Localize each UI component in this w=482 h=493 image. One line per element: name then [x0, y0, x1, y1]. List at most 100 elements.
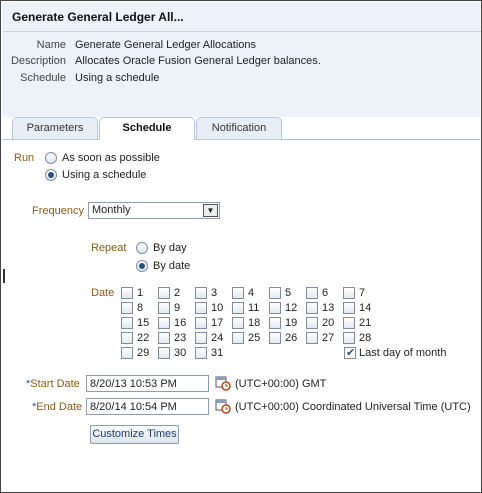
- end-date-timezone: (UTC+00:00) Coordinated Universal Time (…: [235, 401, 471, 413]
- day-label: 31: [211, 347, 224, 359]
- chevron-down-icon[interactable]: ▼: [203, 204, 218, 217]
- schedule-value: Using a schedule: [75, 72, 160, 84]
- day-label: 16: [174, 317, 187, 329]
- day-label: 8: [137, 302, 144, 314]
- run-asap-label: As soon as possible: [62, 152, 160, 164]
- repeat-by-day-radio[interactable]: [136, 242, 148, 254]
- day-label: 30: [174, 347, 187, 359]
- day-label: 20: [322, 317, 335, 329]
- day-label: 14: [359, 302, 372, 314]
- day-label: 22: [137, 332, 150, 344]
- day-checkbox[interactable]: [232, 287, 244, 299]
- day-label: 13: [322, 302, 335, 314]
- day-label: 5: [285, 287, 292, 299]
- end-date-input[interactable]: [86, 398, 209, 415]
- start-date-timezone: (UTC+00:00) GMT: [235, 378, 327, 390]
- day-label: 29: [137, 347, 150, 359]
- day-label: 3: [211, 287, 218, 299]
- day-checkbox[interactable]: [121, 317, 133, 329]
- day-checkbox[interactable]: [195, 317, 207, 329]
- day-checkbox[interactable]: [306, 332, 318, 344]
- run-schedule-radio[interactable]: [45, 169, 57, 181]
- tab-notification[interactable]: Notification: [196, 117, 282, 139]
- repeat-by-date-radio[interactable]: [136, 260, 148, 272]
- tab-divider: [2, 139, 480, 140]
- day-checkbox[interactable]: [269, 317, 281, 329]
- name-label: Name: [36, 39, 66, 51]
- day-label: 1: [137, 287, 144, 299]
- day-checkbox[interactable]: [269, 302, 281, 314]
- repeat-label: Repeat: [91, 242, 127, 254]
- tab-schedule[interactable]: Schedule: [99, 117, 195, 140]
- day-checkbox[interactable]: [158, 287, 170, 299]
- date-label: Date: [91, 287, 115, 299]
- name-value: Generate General Ledger Allocations: [75, 39, 257, 51]
- day-checkbox[interactable]: [195, 302, 207, 314]
- day-checkbox[interactable]: [195, 287, 207, 299]
- schedule-label: Schedule: [20, 72, 66, 84]
- day-label: 17: [211, 317, 224, 329]
- day-label: 27: [322, 332, 335, 344]
- day-checkbox[interactable]: [269, 287, 281, 299]
- resize-handle[interactable]: [3, 269, 5, 283]
- day-label: 12: [285, 302, 298, 314]
- day-checkbox[interactable]: [343, 287, 355, 299]
- customize-times-button[interactable]: Customize Times: [90, 425, 179, 444]
- job-header: Generate General Ledger All... Name Gene…: [2, 2, 481, 117]
- day-checkbox[interactable]: [269, 332, 281, 344]
- day-checkbox[interactable]: [306, 302, 318, 314]
- repeat-by-date-label: By date: [153, 260, 191, 272]
- day-label: 15: [137, 317, 150, 329]
- day-label: 24: [211, 332, 224, 344]
- dialog-frame: Generate General Ledger All... Name Gene…: [0, 0, 482, 493]
- day-label: 11: [248, 302, 260, 314]
- frequency-select[interactable]: Monthly ▼: [88, 202, 220, 219]
- day-checkbox[interactable]: [158, 317, 170, 329]
- day-label: 25: [248, 332, 261, 344]
- day-checkbox[interactable]: [158, 332, 170, 344]
- last-day-label: Last day of month: [359, 347, 447, 359]
- start-date-label: *Start Date: [26, 378, 80, 390]
- day-checkbox[interactable]: [232, 332, 244, 344]
- day-checkbox[interactable]: [306, 317, 318, 329]
- day-checkbox[interactable]: [343, 317, 355, 329]
- day-checkbox[interactable]: [121, 332, 133, 344]
- last-day-checkbox[interactable]: [344, 346, 356, 359]
- end-date-label: *End Date: [32, 401, 83, 413]
- day-checkbox[interactable]: [195, 332, 207, 344]
- run-asap-radio[interactable]: [45, 152, 57, 164]
- day-checkbox[interactable]: [195, 347, 207, 359]
- page-title: Generate General Ledger All...: [12, 10, 184, 24]
- tab-parameters[interactable]: Parameters: [12, 117, 98, 139]
- description-value: Allocates Oracle Fusion General Ledger b…: [75, 55, 321, 67]
- day-label: 7: [359, 287, 366, 299]
- calendar-clock-icon[interactable]: [215, 398, 231, 414]
- day-label: 21: [359, 317, 372, 329]
- repeat-by-day-label: By day: [153, 242, 187, 254]
- day-label: 9: [174, 302, 181, 314]
- day-checkbox[interactable]: [232, 317, 244, 329]
- calendar-clock-icon[interactable]: [215, 375, 231, 391]
- day-checkbox[interactable]: [158, 302, 170, 314]
- day-label: 4: [248, 287, 255, 299]
- day-label: 10: [211, 302, 224, 314]
- day-checkbox[interactable]: [121, 347, 133, 359]
- day-label: 18: [248, 317, 261, 329]
- day-label: 2: [174, 287, 181, 299]
- day-checkbox[interactable]: [232, 302, 244, 314]
- day-checkbox[interactable]: [121, 287, 133, 299]
- day-checkbox[interactable]: [343, 332, 355, 344]
- run-schedule-label: Using a schedule: [62, 169, 147, 181]
- day-label: 26: [285, 332, 298, 344]
- day-checkbox[interactable]: [158, 347, 170, 359]
- day-checkbox[interactable]: [121, 302, 133, 314]
- start-date-input[interactable]: [86, 375, 209, 392]
- day-label: 19: [285, 317, 298, 329]
- day-label: 23: [174, 332, 187, 344]
- day-checkbox[interactable]: [306, 287, 318, 299]
- run-label: Run: [14, 152, 35, 164]
- header-divider: [3, 31, 481, 32]
- tab-bar: Parameters Schedule Notification: [2, 117, 480, 140]
- day-checkbox[interactable]: [343, 302, 355, 314]
- day-label: 28: [359, 332, 372, 344]
